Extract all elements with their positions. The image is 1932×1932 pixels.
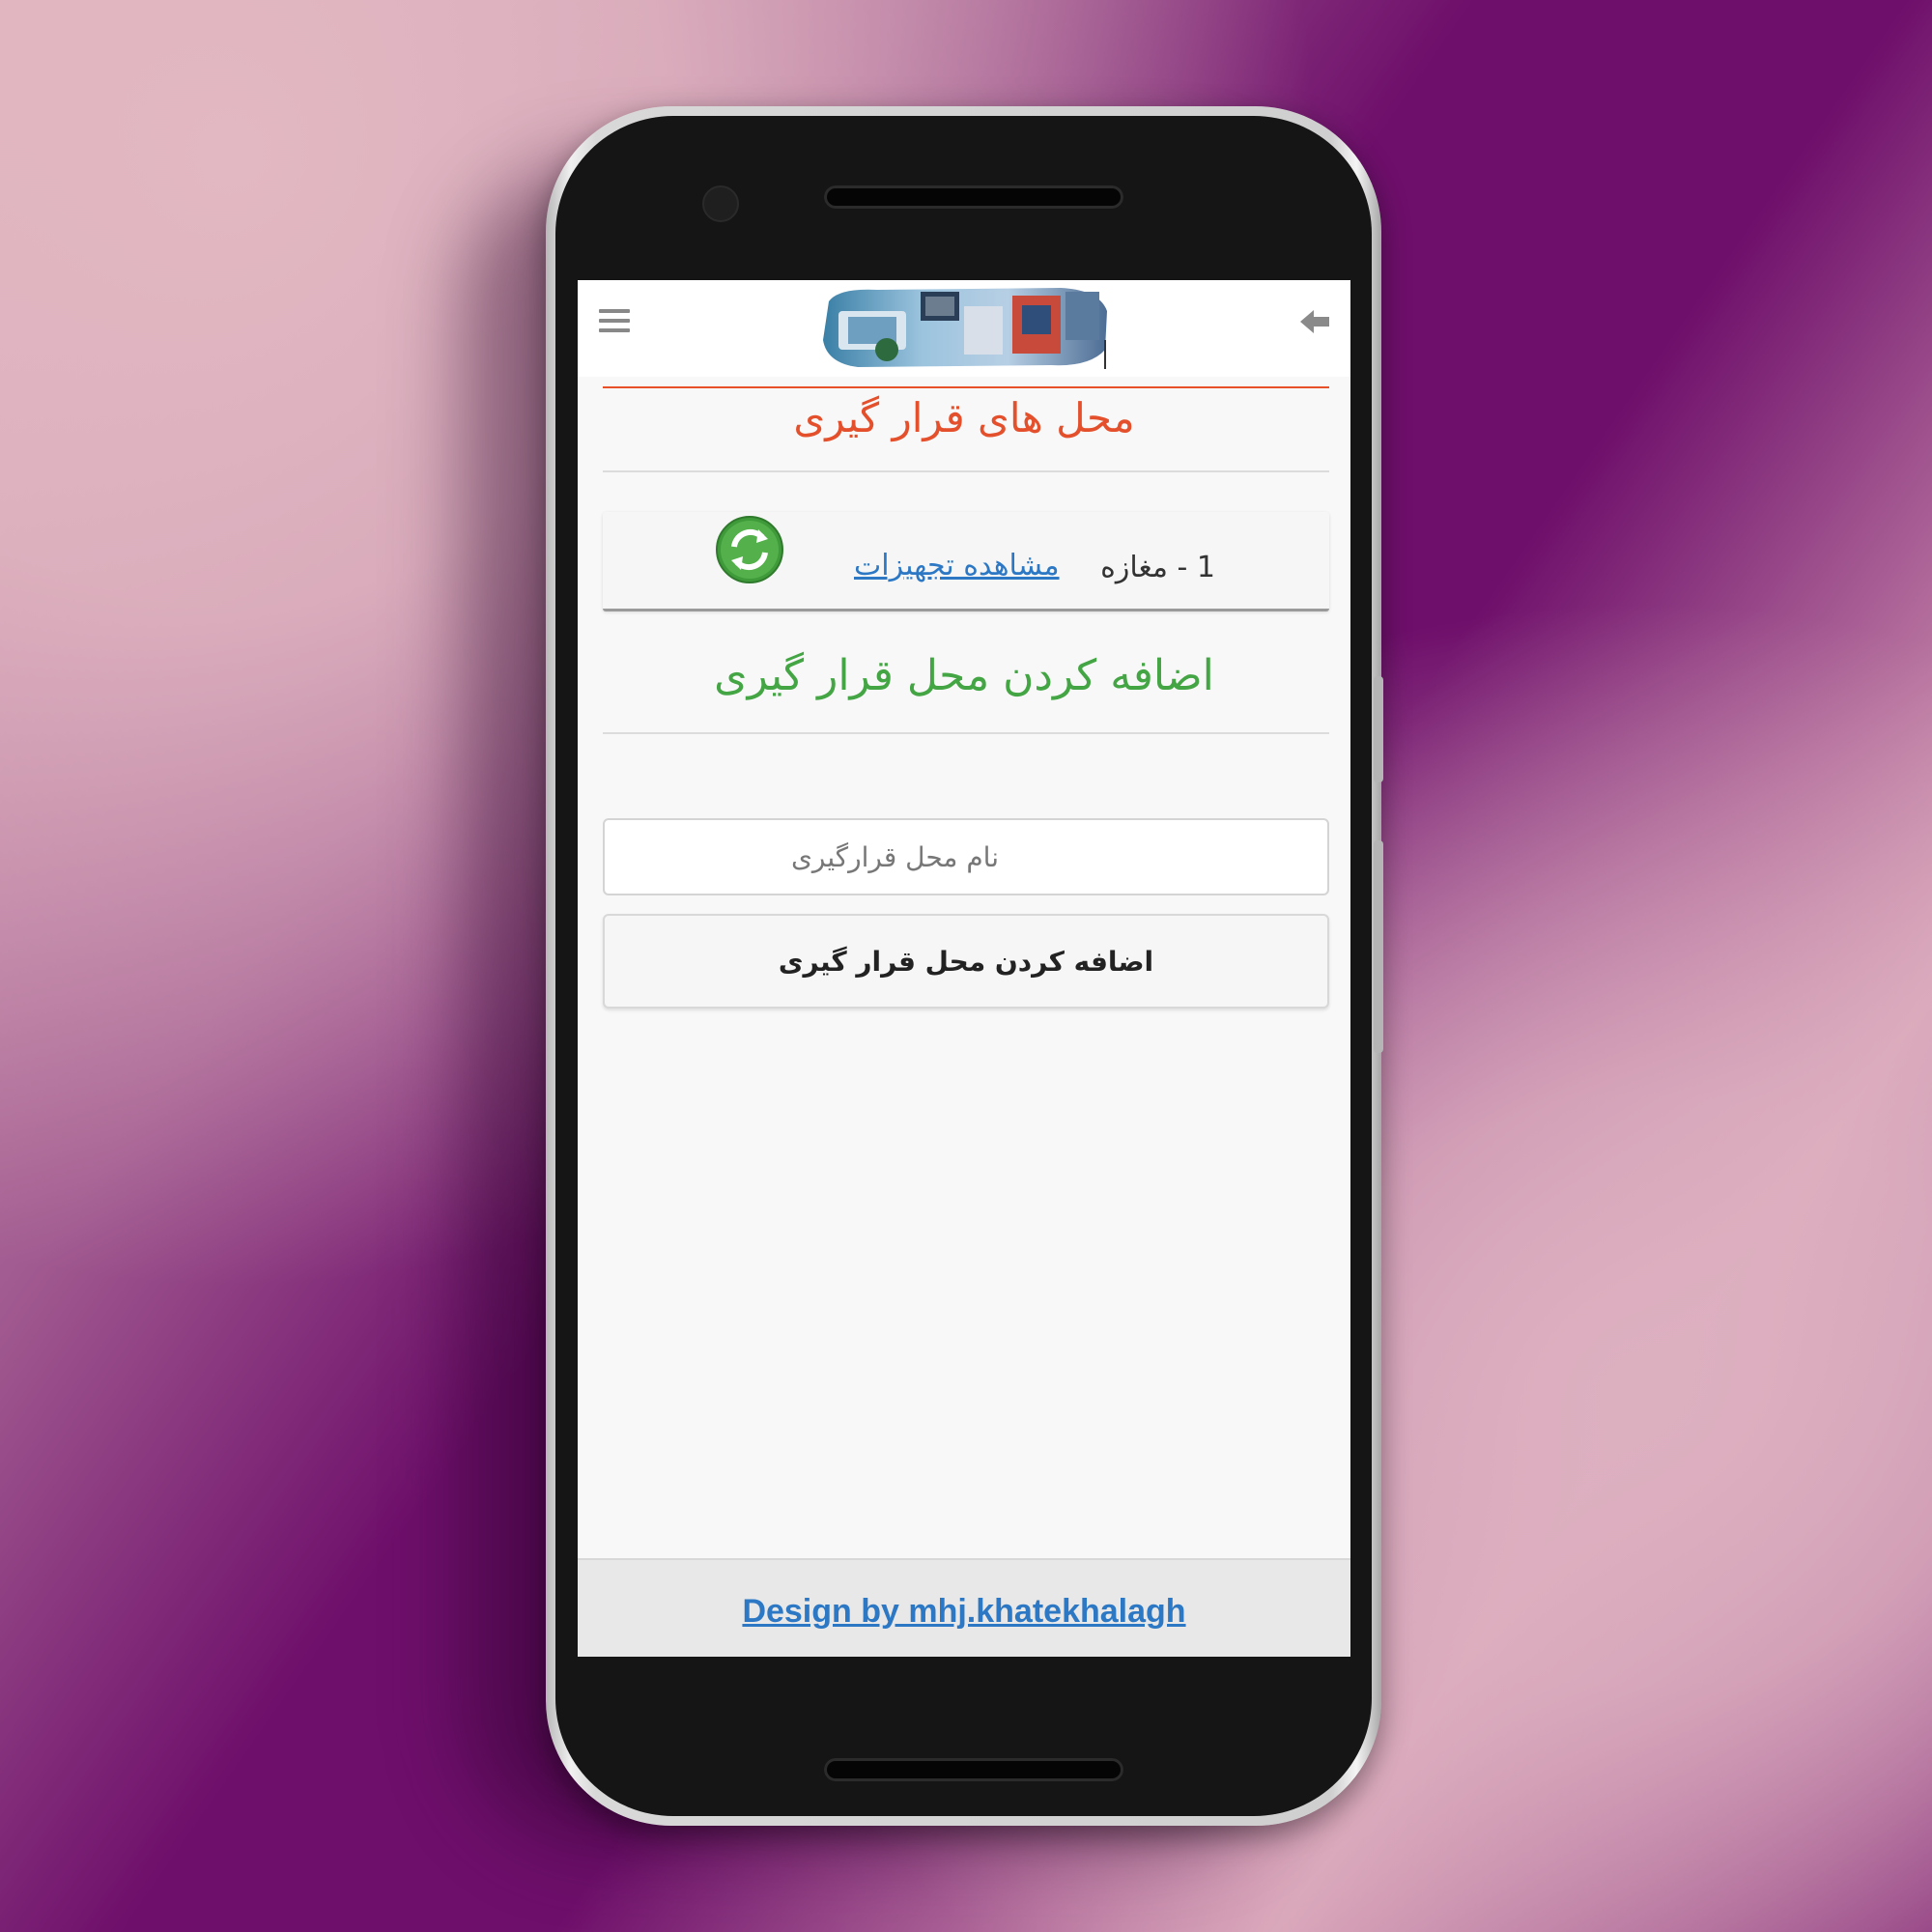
top-speaker xyxy=(824,185,1123,209)
power-button xyxy=(1374,840,1383,1053)
location-label: 1 - مغازه xyxy=(1100,551,1215,584)
footer: Design by mhj.khatekhalagh xyxy=(578,1558,1350,1657)
front-camera xyxy=(702,185,739,222)
top-bar xyxy=(578,280,1350,377)
hamburger-menu-icon[interactable] xyxy=(599,309,630,334)
volume-button xyxy=(1374,676,1383,782)
bottom-speaker xyxy=(824,1758,1123,1781)
add-location-button[interactable]: اضافه کردن محل قرار گیری xyxy=(603,914,1329,1009)
app-screen: محل های قرار گیری مشاهده تجهیزات 1 - مغا… xyxy=(578,280,1350,1657)
section-divider xyxy=(603,732,1329,734)
title-divider-bottom xyxy=(603,470,1329,472)
add-location-title: اضافه کردن محل قرار گیری xyxy=(714,651,1214,700)
title-divider-top xyxy=(603,386,1329,388)
back-arrow-icon[interactable] xyxy=(1298,305,1331,338)
location-card: مشاهده تجهیزات 1 - مغازه xyxy=(603,512,1329,611)
location-name-input[interactable] xyxy=(603,818,1329,895)
view-equipment-link[interactable]: مشاهده تجهیزات xyxy=(854,549,1060,582)
page-title: محل های قرار گیری xyxy=(793,394,1135,441)
electronics-equipment-banner xyxy=(823,288,1107,369)
designer-credit-link[interactable]: Design by mhj.khatekhalagh xyxy=(742,1593,1185,1631)
refresh-icon[interactable] xyxy=(714,514,785,585)
